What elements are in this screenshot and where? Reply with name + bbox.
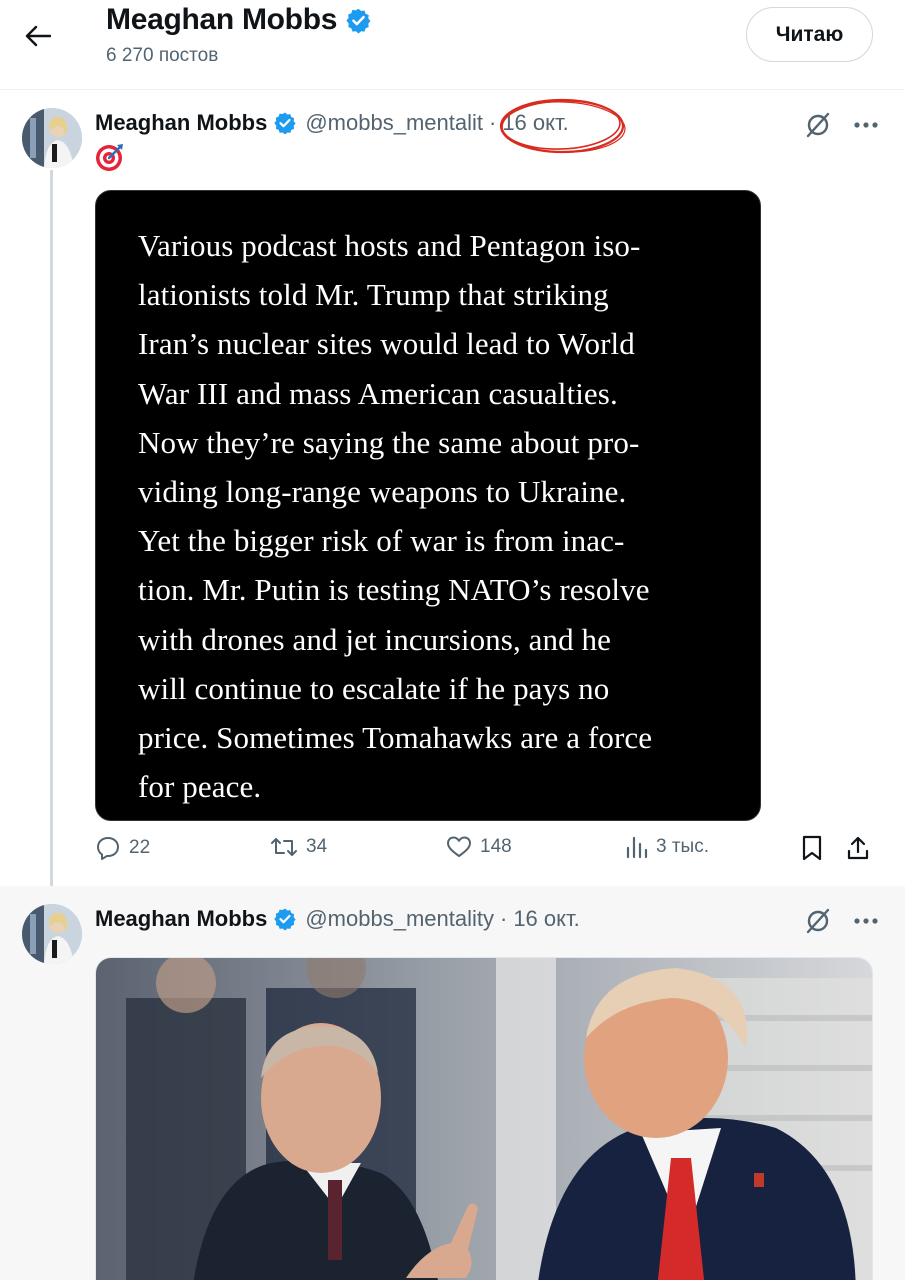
tweet-photo[interactable]	[95, 957, 873, 1280]
quote-line: with drones and jet incursions, and he	[138, 621, 612, 657]
share-button[interactable]	[846, 835, 870, 861]
avatar-photo	[22, 108, 82, 168]
tweet-top-icons	[804, 907, 878, 935]
verified-badge-icon	[346, 8, 371, 33]
repost-button[interactable]: 34	[270, 835, 327, 859]
avatar-photo	[22, 904, 82, 964]
arrow-left-icon	[25, 25, 51, 47]
author-name[interactable]: Meaghan Mobbs	[95, 906, 267, 932]
separator-dot: ·	[499, 906, 508, 931]
quote-line: Iran’s nuclear sites would lead to World	[138, 326, 635, 362]
avatar[interactable]	[22, 108, 82, 168]
repost-count: 34	[306, 836, 328, 857]
heart-icon	[447, 836, 471, 857]
direct-hit-emoji-icon	[96, 144, 123, 171]
tweet-date[interactable]: 16 окт.	[513, 906, 579, 932]
avatar[interactable]	[22, 904, 82, 964]
profile-header: Meaghan Mobbs 6 270 постов Читаю	[0, 0, 905, 90]
quote-line: War III and mass American casualties.	[138, 375, 618, 411]
reply-button[interactable]: 22	[95, 835, 150, 861]
views-button[interactable]: 3 тыс.	[624, 835, 709, 859]
separator-dot: ·	[488, 110, 497, 135]
view-count: 3 тыс.	[656, 836, 709, 857]
tweet-date[interactable]: 16 окт.	[502, 110, 568, 136]
tweet-header: Meaghan Mobbs @mobbs_mentality · 16 окт.	[95, 906, 580, 932]
page-title: Meaghan Mobbs	[106, 3, 372, 37]
back-button[interactable]	[18, 18, 58, 54]
verified-badge-icon	[273, 907, 297, 931]
quote-line: Yet the bigger risk of war is from inac-	[138, 523, 625, 559]
bookmark-icon	[802, 835, 822, 861]
like-button[interactable]: 148	[446, 835, 512, 859]
photo-putin-trump-handshake	[96, 958, 872, 1280]
verified-badge-icon	[273, 111, 297, 135]
bookmark-button[interactable]	[801, 835, 823, 861]
quote-line: Now they’re saying the same about pro-	[138, 424, 640, 460]
grok-icon[interactable]	[804, 111, 832, 139]
reply-icon	[97, 837, 119, 860]
more-options-icon[interactable]	[854, 917, 878, 925]
author-handle[interactable]: @mobbs_mentality	[305, 906, 494, 932]
following-button[interactable]: Читаю	[746, 7, 873, 62]
thread-line	[50, 170, 53, 910]
quote-line: price. Sometimes Tomahawks are a force	[138, 720, 653, 756]
quote-line: lationists told Mr. Trump that striking	[138, 277, 609, 313]
quote-line: viding long-range weapons to Ukraine.	[138, 474, 627, 510]
tweet-top-icons	[804, 111, 878, 139]
like-count: 148	[480, 836, 512, 857]
quote-line: tion. Mr. Putin is testing NATO’s resolv…	[138, 572, 650, 608]
header-name: Meaghan Mobbs	[106, 3, 338, 36]
quote-line: will continue to escalate if he pays no	[138, 670, 610, 706]
repost-icon	[271, 838, 297, 856]
tweet-actions: 22 34 148 3 тыс.	[0, 835, 905, 875]
quote-line: Various podcast hosts and Pentagon iso-	[138, 228, 641, 263]
analytics-icon	[626, 836, 648, 859]
share-icon	[847, 836, 869, 860]
tweet-header: Meaghan Mobbs @mobbs_mentalit · 16 окт.	[95, 110, 569, 136]
quote-image-card[interactable]: Various podcast hosts and Pentagon iso- …	[95, 190, 761, 821]
more-options-icon[interactable]	[854, 121, 878, 129]
reply-count: 22	[129, 837, 151, 858]
quote-line: for peace.	[138, 769, 262, 805]
grok-icon[interactable]	[804, 907, 832, 935]
post-count: 6 270 постов	[106, 45, 219, 66]
author-name[interactable]: Meaghan Mobbs	[95, 110, 267, 136]
author-handle[interactable]: @mobbs_mentalit	[305, 110, 483, 136]
